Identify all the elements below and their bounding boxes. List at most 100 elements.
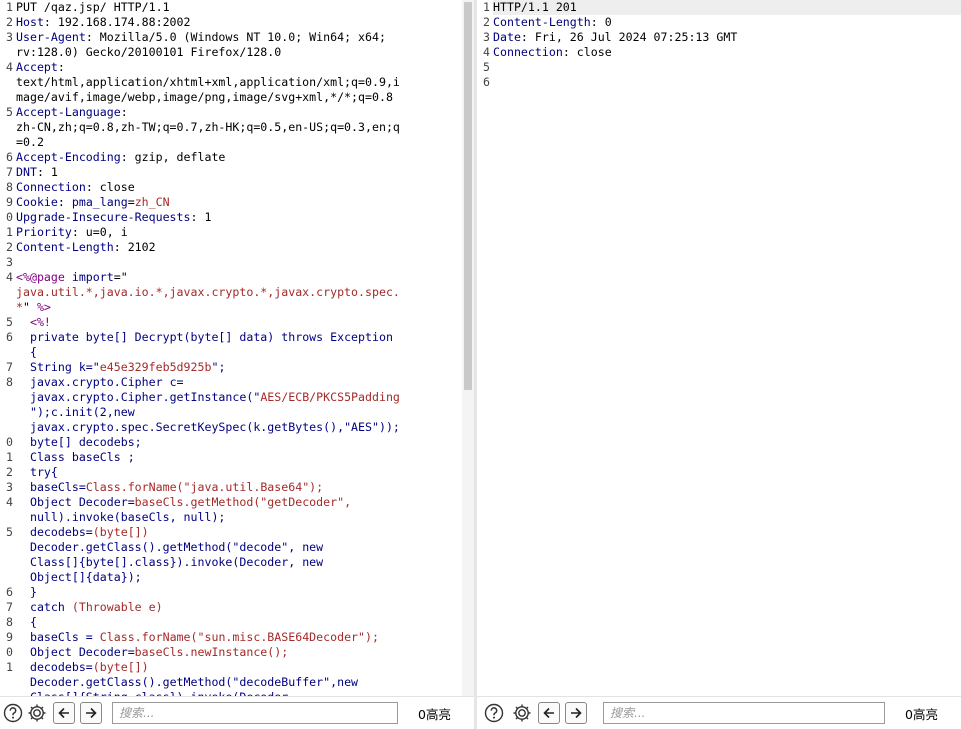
line-number: 1 (6, 450, 13, 464)
line-content: Connection: close (16, 180, 135, 195)
code-token: HTTP/1.1 201 (493, 0, 577, 14)
code-token: : 1 (36, 165, 58, 179)
code-token: ");c.init(2,new (29, 405, 135, 419)
line-number (0, 675, 16, 690)
line-number: 8 (6, 375, 13, 389)
line-number (0, 570, 16, 585)
line-content: Object Decoder=baseCls.getMethod("getDec… (16, 495, 351, 510)
line-number: 5 (6, 525, 13, 539)
line-content: javax.crypto.Cipher.getInstance("AES/ECB… (16, 390, 400, 405)
code-line: 7 catch (Throwable e) (0, 600, 462, 615)
code-line: 3 (0, 255, 462, 270)
response-search-input[interactable] (603, 702, 885, 724)
code-token: catch (29, 600, 72, 614)
arrow-right-icon (86, 707, 97, 719)
line-number (0, 90, 16, 105)
code-token: Object[]{data}); (29, 570, 142, 584)
line-content: null).invoke(baseCls, null); (16, 510, 225, 525)
line-number (0, 45, 16, 60)
line-number: 2 (6, 240, 13, 254)
code-token: Cookie (16, 195, 58, 209)
request-toolbar: 0高亮 (0, 696, 474, 729)
line-content: { (16, 345, 37, 360)
line-content: ");c.init(2,new (16, 405, 135, 420)
line-number: 8 (6, 615, 13, 629)
response-highlight-count: 0高亮 (905, 706, 938, 722)
code-line: 8 javax.crypto.Cipher c= (0, 375, 462, 390)
line-content: decodebs=(byte[]) (16, 525, 149, 540)
code-line: zh-CN,zh;q=0.8,zh-TW;q=0.7,zh-HK;q=0.5,e… (0, 120, 462, 135)
code-token: : Fri, 26 Jul 2024 07:25:13 GMT (520, 30, 738, 44)
code-token: import (71, 270, 114, 284)
code-line: 3 Date: Fri, 26 Jul 2024 07:25:13 GMT (477, 30, 961, 45)
request-pane: 1 PUT /qaz.jsp/ HTTP/1.1 2 Host: 192.168.17… (0, 0, 474, 729)
code-line: { (0, 345, 462, 360)
code-token: : (57, 195, 72, 209)
code-line: 4 Connection: close (477, 45, 961, 60)
line-content: mage/avif,image/webp,image/png,image/svg… (16, 90, 393, 105)
request-search-input[interactable] (112, 702, 398, 724)
code-line: 4 Object Decoder=baseCls.getMethod("getD… (0, 495, 462, 510)
previous-match-button[interactable] (538, 702, 560, 724)
line-content: Date: Fri, 26 Jul 2024 07:25:13 GMT (493, 30, 737, 45)
code-line: javax.crypto.spec.SecretKeySpec(k.getByt… (0, 420, 462, 435)
response-editor[interactable]: 1 HTTP/1.1 201 2 Content-Length: 0 3 Date: Fr… (477, 0, 961, 697)
line-number: 3 (483, 30, 490, 44)
code-token: } (29, 585, 37, 599)
previous-match-button[interactable] (53, 702, 75, 724)
line-number (0, 75, 16, 90)
arrow-right-icon (571, 707, 582, 719)
code-line: 1 decodebs=(byte[]) (0, 660, 462, 675)
request-editor[interactable]: 1 PUT /qaz.jsp/ HTTP/1.1 2 Host: 192.168.17… (0, 0, 462, 697)
code-token: <%@page (16, 270, 72, 284)
next-match-button[interactable] (565, 702, 587, 724)
code-token: Connection (493, 45, 563, 59)
line-content: Priority: u=0, i (16, 225, 128, 240)
code-token: : (57, 60, 65, 74)
code-line: javax.crypto.Cipher.getInstance("AES/ECB… (0, 390, 462, 405)
code-token: : 2102 (113, 240, 156, 254)
code-token: private byte[] Decrypt(byte[] data) thro… (29, 330, 393, 344)
code-line: 4 <%@page import=" (0, 270, 462, 285)
code-token: decodebs= (29, 525, 93, 539)
code-line: 6 Accept-Encoding: gzip, deflate (0, 150, 462, 165)
line-number (0, 120, 16, 135)
code-line: 1 Class baseCls ; (0, 450, 462, 465)
gear-icon[interactable] (511, 702, 533, 724)
next-match-button[interactable] (80, 702, 102, 724)
code-line: 0 Upgrade-Insecure-Requests: 1 (0, 210, 462, 225)
request-scrollbar[interactable] (462, 0, 474, 697)
help-icon[interactable] (2, 702, 24, 724)
code-token: : u=0, i (71, 225, 128, 239)
code-line: 2 try{ (0, 465, 462, 480)
line-content: Host: 192.168.174.88:2002 (16, 15, 191, 30)
code-token: User-Agent (16, 30, 86, 44)
code-token: Class baseCls ; (29, 450, 135, 464)
request-scrollbar-thumb[interactable] (464, 2, 472, 390)
code-token: Accept (16, 60, 58, 74)
code-line: 5 Accept-Language: (0, 105, 462, 120)
code-line: 9 Cookie: pma_lang=zh_CN (0, 195, 462, 210)
code-token: Decoder.getClass().getMethod("decode", n… (29, 540, 324, 554)
code-token: = (127, 195, 135, 209)
code-token: baseCls.getMethod("getDecoder", (134, 495, 352, 509)
line-content: javax.crypto.spec.SecretKeySpec(k.getByt… (16, 420, 400, 435)
help-icon[interactable] (483, 702, 505, 724)
line-number (0, 420, 16, 435)
code-token: text/html,application/xhtml+xml,applicat… (16, 75, 400, 89)
line-number (0, 555, 16, 570)
code-token: =0.2 (16, 135, 44, 149)
code-token: : 192.168.174.88:2002 (43, 15, 191, 29)
gear-icon[interactable] (26, 702, 48, 724)
line-number: 1 (6, 660, 13, 674)
line-content: <%! (16, 315, 51, 330)
